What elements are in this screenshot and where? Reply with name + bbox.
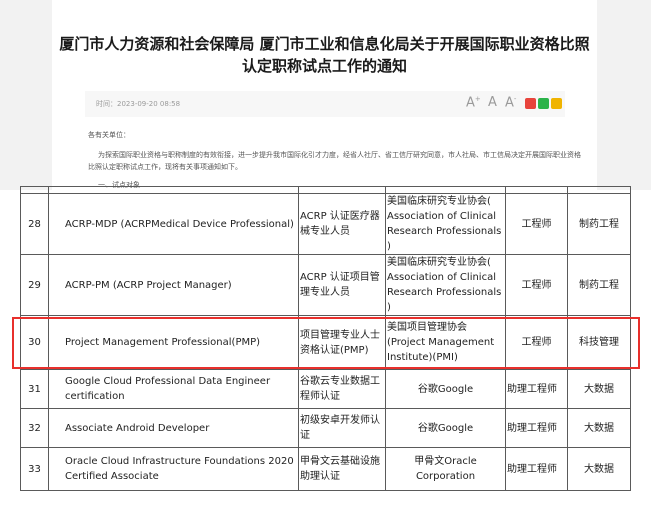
article-salutation: 各有关单位： — [88, 131, 130, 139]
article-title-line-1: 厦门市人力资源和社会保障局 厦门市工业和信息化局关于开展国际职业资格比照 — [59, 35, 590, 53]
font-size-small-button[interactable]: A- — [505, 95, 516, 110]
professional-field: 制药工程 — [567, 254, 631, 316]
page-background: 厦门市人力资源和社会保障局 厦门市工业和信息化局关于开展国际职业资格比照 认定职… — [0, 0, 651, 190]
font-size-large-button[interactable]: A+ — [466, 95, 481, 110]
issuing-organization: 美国项目管理协会(Project Management Institute)(P… — [385, 315, 506, 370]
qualification-chinese-name: 项目管理专业人士资格认证(PMP) — [298, 315, 386, 370]
professional-field: 制药工程 — [567, 193, 631, 255]
article-paragraph-line-2: 比照认定职称试点工作，现将有关事项通知如下。 — [88, 163, 242, 171]
issuing-organization: 美国临床研究专业协会( Association of Clinical Rese… — [385, 254, 506, 316]
row-number: 29 — [20, 254, 49, 316]
row-number: 33 — [20, 447, 49, 491]
title-level: 助理工程师 — [505, 408, 568, 448]
title-level: 工程师 — [505, 254, 568, 316]
title-level: 助理工程师 — [505, 447, 568, 491]
qualification-name: ACRP-MDP (ACRPMedical Device Professiona… — [48, 193, 299, 255]
font-size-medium-button[interactable]: A — [488, 95, 497, 110]
title-level: 工程师 — [505, 193, 568, 255]
table-row: 31 Google Cloud Professional Data Engine… — [20, 369, 631, 409]
publish-time: 时间：2023-09-20 08:58 — [96, 100, 181, 108]
table-row-highlighted: 30 Project Management Professional(PMP) … — [20, 315, 631, 370]
qualification-name: Project Management Professional(PMP) — [48, 315, 299, 370]
article-panel: 厦门市人力资源和社会保障局 厦门市工业和信息化局关于开展国际职业资格比照 认定职… — [52, 0, 597, 190]
article-title: 厦门市人力资源和社会保障局 厦门市工业和信息化局关于开展国际职业资格比照 认定职… — [52, 33, 597, 77]
qualification-table: 28 ACRP-MDP (ACRPMedical Device Professi… — [20, 186, 631, 491]
qualification-name: Associate Android Developer — [48, 408, 299, 448]
qualification-chinese-name: 初级安卓开发师认证 — [298, 408, 386, 448]
table-row: 33 Oracle Cloud Infrastructure Foundatio… — [20, 447, 631, 491]
article-meta-bar: 时间：2023-09-20 08:58 A+ A A- — [85, 91, 565, 117]
title-level: 工程师 — [505, 315, 568, 370]
qualification-name: Oracle Cloud Infrastructure Foundations … — [48, 447, 299, 491]
issuing-organization: 美国临床研究专业协会( Association of Clinical Rese… — [385, 193, 506, 255]
table-row: 28 ACRP-MDP (ACRPMedical Device Professi… — [20, 193, 631, 255]
row-number: 28 — [20, 193, 49, 255]
professional-field: 大数据 — [567, 447, 631, 491]
article-paragraph-line-1: 为探索国际职业资格与职称制度的有效衔接，进一步提升我市国际化引才力度，经省人社厅… — [98, 151, 581, 159]
issuing-organization: 谷歌Google — [385, 408, 506, 448]
row-number: 30 — [20, 315, 49, 370]
professional-field: 大数据 — [567, 369, 631, 409]
weibo-icon[interactable] — [525, 98, 536, 109]
issuing-organization: 甲骨文Oracle Corporation — [385, 447, 506, 491]
table-row: 32 Associate Android Developer 初级安卓开发师认证… — [20, 408, 631, 448]
qualification-chinese-name: 谷歌云专业数据工程师认证 — [298, 369, 386, 409]
professional-field: 大数据 — [567, 408, 631, 448]
issuing-organization: 谷歌Google — [385, 369, 506, 409]
table-row-cut — [20, 186, 631, 194]
qualification-chinese-name: ACRP 认证项目管理专业人员 — [298, 254, 386, 316]
row-number: 31 — [20, 369, 49, 409]
row-number: 32 — [20, 408, 49, 448]
professional-field: 科技管理 — [567, 315, 631, 370]
table-row: 29 ACRP-PM (ACRP Project Manager) ACRP 认… — [20, 254, 631, 316]
article-title-line-2: 认定职称试点工作的通知 — [241, 57, 407, 75]
qualification-chinese-name: ACRP 认证医疗器械专业人员 — [298, 193, 386, 255]
qualification-name: ACRP-PM (ACRP Project Manager) — [48, 254, 299, 316]
wechat-icon[interactable] — [538, 98, 549, 109]
qualification-name: Google Cloud Professional Data Engineer … — [48, 369, 299, 409]
title-level: 助理工程师 — [505, 369, 568, 409]
qzone-icon[interactable] — [551, 98, 562, 109]
qualification-chinese-name: 甲骨文云基础设施助理认证 — [298, 447, 386, 491]
